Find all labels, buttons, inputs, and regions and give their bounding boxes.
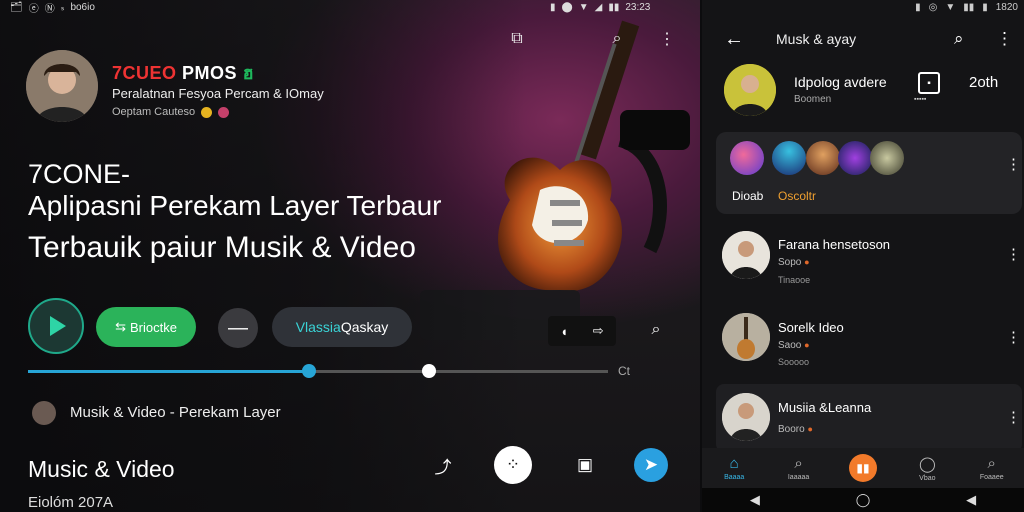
badge-icon [201,106,213,118]
clock: 1820 [995,1,1018,13]
status-bar-left: 🗂 ⓔ Ⓝ ₛ bo6io [10,1,95,15]
library-panel: ▮ ◎ ▼ ▮▮ ▮ 1820 ← Musk & ayay ⌕ ⋮ Idpolo… [702,0,1024,512]
pill-button[interactable]: Vlassia Qaskay [272,307,412,347]
person-icon [722,231,770,279]
more-vert-icon[interactable]: ⋮ [654,26,680,52]
page-title: Musk & ayay [776,31,857,47]
playlist-thumb[interactable] [870,141,904,175]
brand-title: 7CUEO PMOS ฮ [112,63,255,83]
progress-track[interactable] [28,370,608,373]
share-icon[interactable]: ⤴ [424,446,462,484]
now-playing-title[interactable]: Musik & Video - Perekam Layer [70,404,281,421]
profile-name: Idpolog avdere [794,74,887,90]
verified-icon [218,106,230,118]
back-icon[interactable]: ◀ [750,492,760,508]
bell-icon[interactable]: ◖ [560,324,568,339]
grid-icon[interactable]: ⁘ [494,446,532,484]
more-vert-icon[interactable]: ⋮ [1006,408,1021,426]
more-vert-icon[interactable]: ⋮ [996,29,1013,49]
playlist-thumb[interactable] [806,141,840,175]
clock: 23:23 [625,1,651,13]
minus-button[interactable]: — [218,308,258,348]
guitar-icon [722,313,770,361]
nav-profile[interactable]: ⌕ Foaaee [972,455,1012,481]
shuffle-icon: ⇆ [115,319,126,334]
arrow-icon[interactable]: ⇨ [593,323,604,339]
row-avatar[interactable] [722,313,770,361]
row-sub: Sopo ● [778,257,810,268]
image-icon[interactable]: ▣ [566,446,604,484]
buffer-handle[interactable] [421,364,436,378]
fire-icon: ● [807,424,813,434]
player-panel: 🗂 ⓔ Ⓝ ₛ bo6io ▮ ⬤ ▼ ◢ ▮▮ 23:23 ⧉ ⌕ ⋮ 7CU… [0,0,700,512]
progress-fill [28,370,310,373]
circle-icon: ◯ [918,455,936,473]
row-sub: Saoo ● [778,340,810,351]
bottom-nav: ⌂ Baaaa ⌕ Iaaaaa ▮▮ ◯ Vbao ⌕ Foaaee [702,448,1024,488]
person-icon [722,393,770,441]
row-title: Sorelk Ideo [778,320,844,335]
progress-end-label: Ct [618,364,630,378]
back-arrow-icon[interactable]: ← [724,28,744,51]
mini-controls: ◖ ⇨ [548,316,616,346]
library-label: ▪▪▪▪▪ [914,96,927,103]
profile-avatar[interactable] [724,64,776,116]
home-circle-icon[interactable]: ◯ [856,492,871,508]
row-title: Farana hensetoson [778,237,891,252]
more-vert-icon[interactable]: ⋮ [1006,245,1021,263]
green-action-button[interactable]: ⇆ Brioctke [96,307,196,347]
nav-search[interactable]: ⌕ Iaaaaa [779,455,819,481]
playlist-thumb[interactable] [838,141,872,175]
row-sub: Booro ● [778,424,813,435]
profile-sub: Boomen [794,94,832,105]
search-icon[interactable]: ⌕ [604,26,630,52]
row-meta: Sooooo [778,357,810,367]
row-title: Musiia &Leanna [778,400,872,415]
person-icon [26,50,98,122]
play-icon [50,316,66,336]
library-icon: ▮▮ [848,454,877,482]
profile-count: 2oth [969,74,999,91]
more-vert-icon[interactable]: ⋮ [1006,328,1021,346]
fire-icon: ● [804,340,810,350]
cast-icon[interactable]: ⧉ [504,26,530,52]
section-title: Music & Video [28,456,175,482]
card-label: Dioab [732,189,764,203]
home-icon: ⌂ [729,455,739,472]
nav-library[interactable]: ▮▮ [843,454,883,482]
system-nav: ◀ ◯ ◀ [702,488,1024,512]
now-playing-avatar [32,401,56,425]
row-meta: Tinaooe [778,275,811,285]
card-label-accent: Oscoltr [778,189,817,203]
lens-icon[interactable]: ⌕ [642,316,670,344]
send-icon[interactable]: ➤ [634,448,668,482]
person-icon [724,64,776,116]
recents-icon[interactable]: ◀ [966,492,976,508]
playlist-thumb[interactable] [730,141,764,175]
screen: 🗂 ⓔ Ⓝ ₛ bo6io ▮ ⬤ ▼ ◢ ▮▮ 23:23 ⧉ ⌕ ⋮ 7CU… [0,0,1024,512]
nav-video[interactable]: ◯ Vbao [907,455,947,482]
row-avatar[interactable] [722,393,770,441]
artist-subtitle: Peralatnan Fesyoa Percam & IOmay [112,86,324,101]
play-button[interactable] [28,298,84,354]
search-icon: ⌕ [794,455,803,472]
playlist-thumb[interactable] [772,141,806,175]
library-icon[interactable]: ▪ [918,72,940,94]
fire-icon: ● [804,257,810,267]
row-avatar[interactable] [722,231,770,279]
search-icon[interactable]: ⌕ [954,29,964,49]
artist-meta: Oeptam Cauteso [112,106,230,118]
search-badge-icon: ⌕ [987,455,996,472]
status-bar-right: ▮ ⬤ ▼ ◢ ▮▮ 23:23 [550,1,651,13]
app-bar: ← Musk & ayay ⌕ ⋮ [702,24,1024,54]
headline: 7CONE- Aplipasni Perekam Layer Terbaur T… [28,159,442,264]
artist-avatar[interactable] [26,50,98,122]
more-vert-icon[interactable]: ⋮ [1006,155,1021,173]
status-bar: ▮ ◎ ▼ ▮▮ ▮ 1820 [915,1,1018,13]
nav-home[interactable]: ⌂ Baaaa [714,455,754,481]
section-date: Eiolóm 207A [28,494,114,511]
